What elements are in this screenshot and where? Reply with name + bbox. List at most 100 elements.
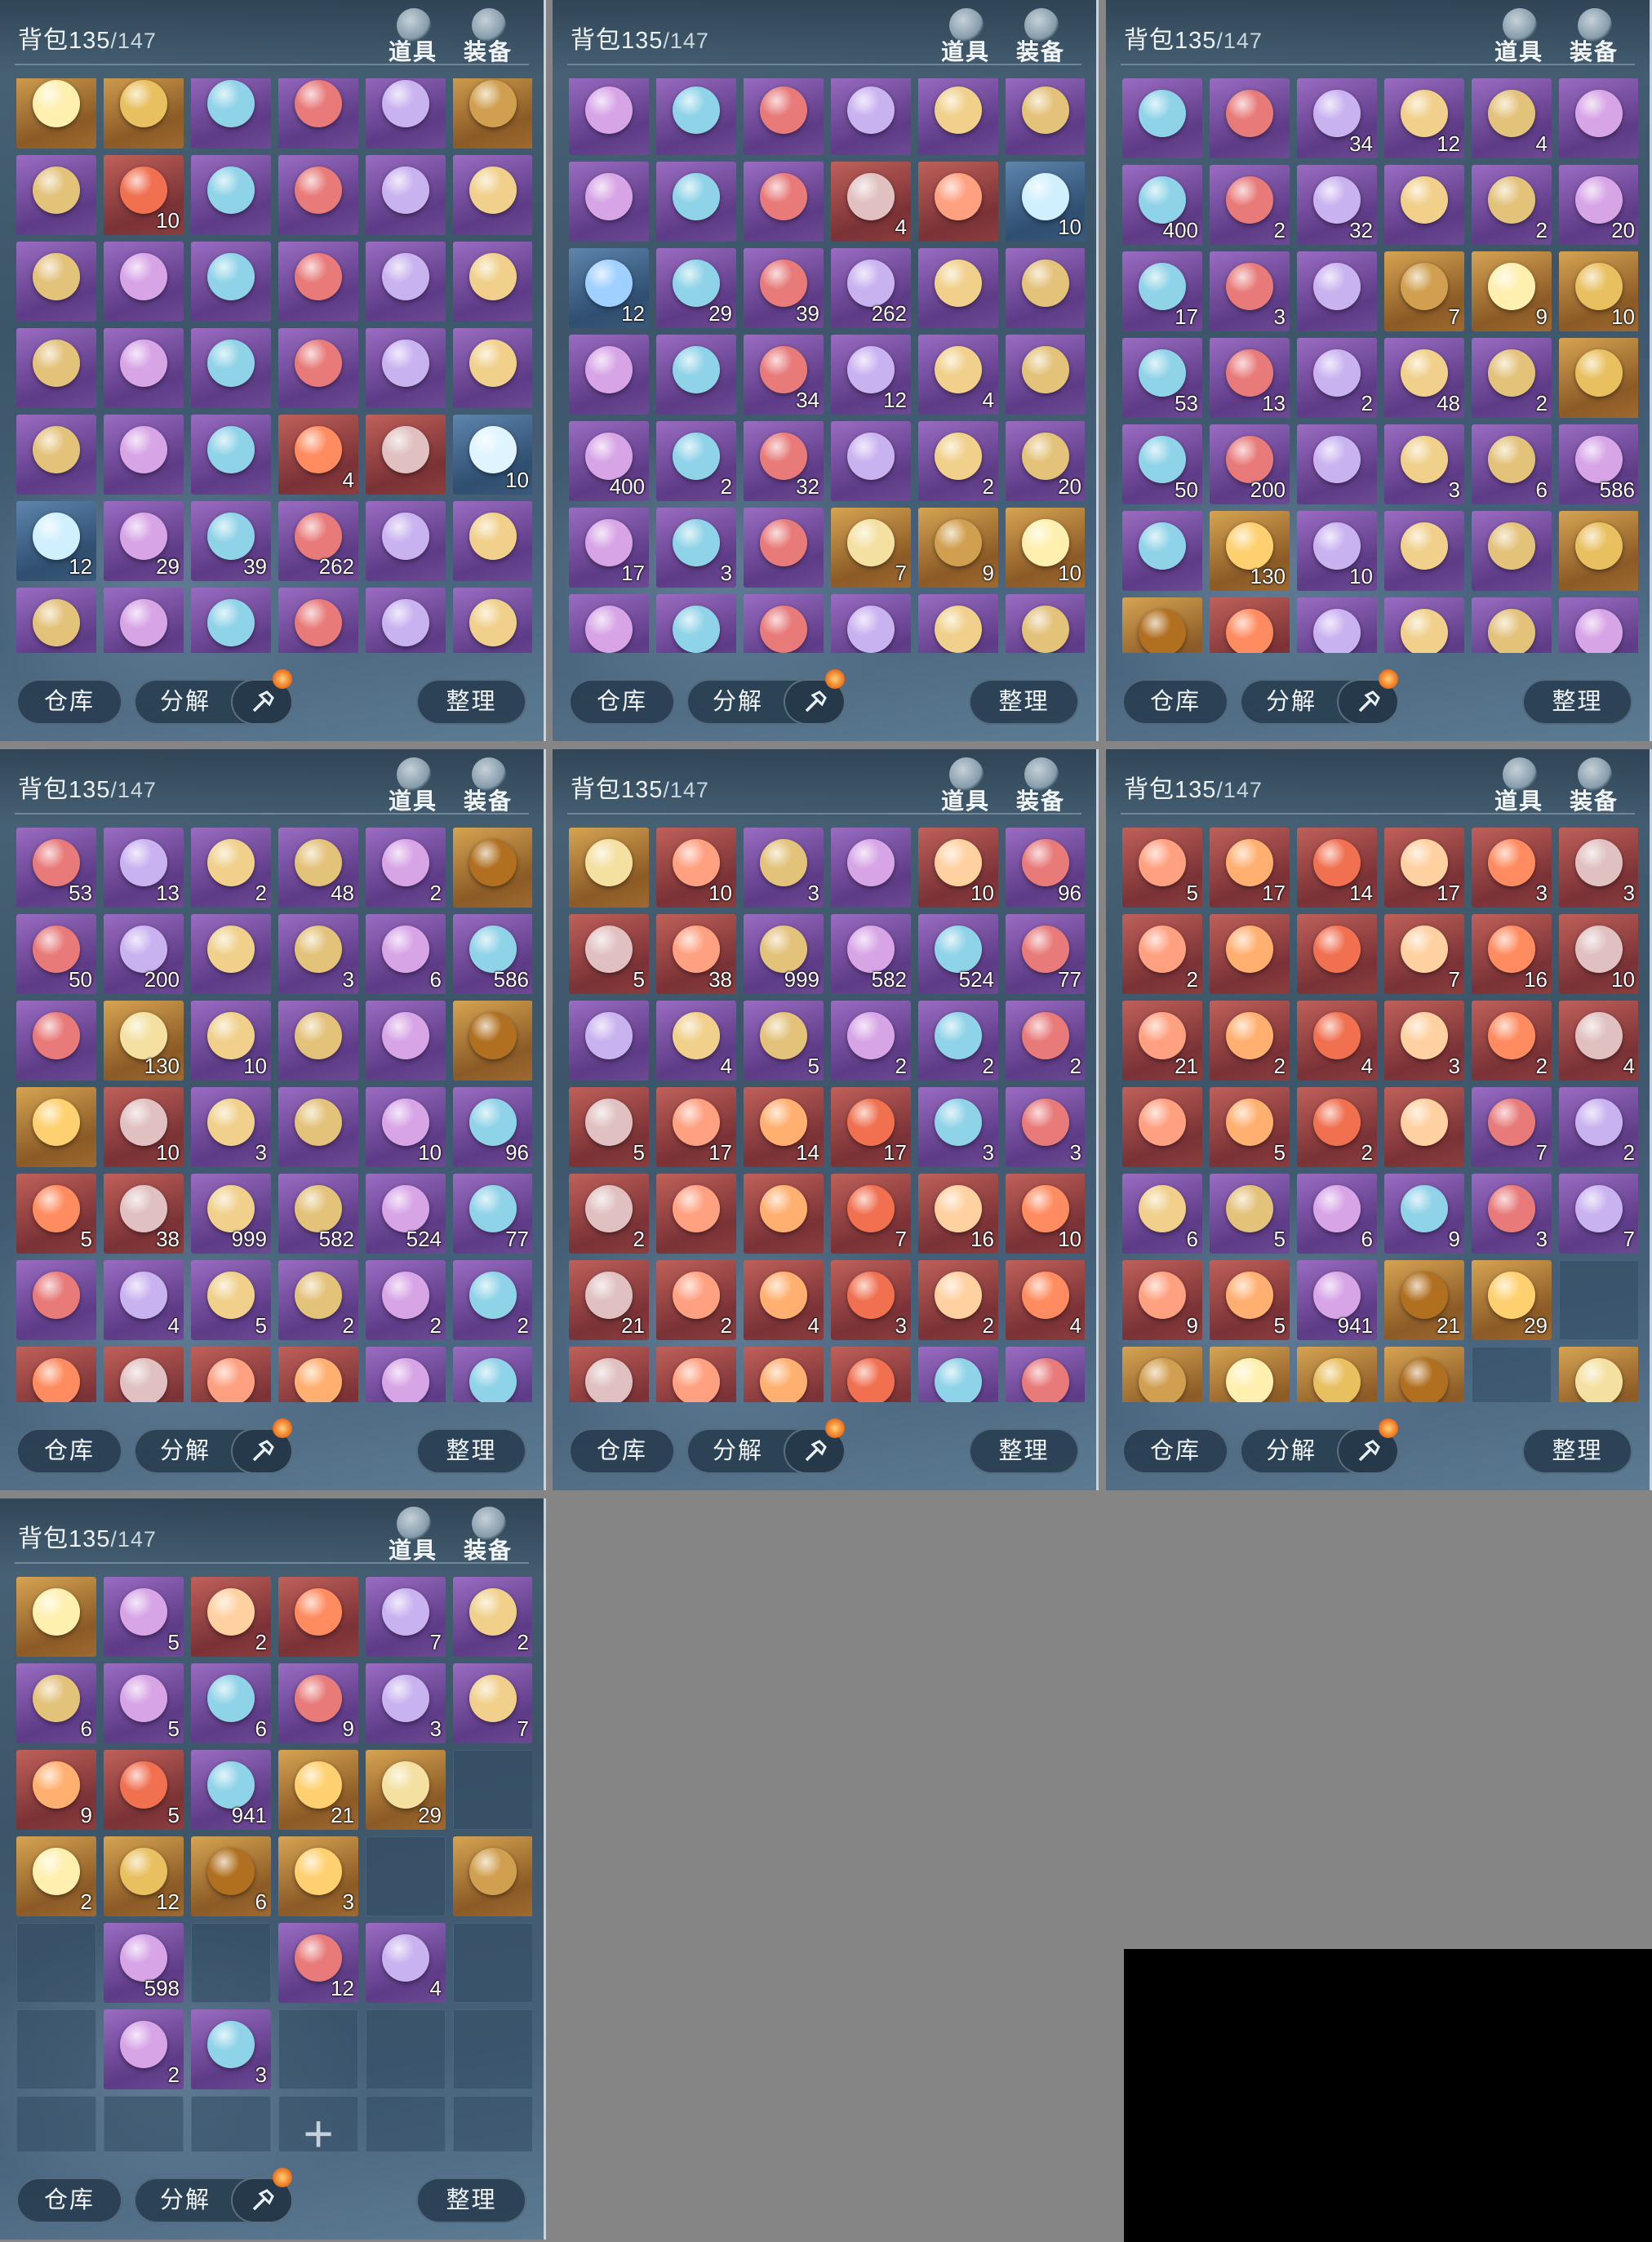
inventory-slot[interactable]: 10 [1472,597,1552,653]
inventory-slot[interactable]: 6 [366,914,446,994]
inventory-slot[interactable] [918,162,998,242]
inventory-slot[interactable] [104,78,184,149]
inventory-slot[interactable]: 2 [366,1260,446,1340]
inventory-slot[interactable]: 20 [1559,165,1638,245]
inventory-slot[interactable]: 10 [1297,511,1377,591]
inventory-slot[interactable]: 12 [1210,1347,1290,1402]
inventory-slot[interactable] [278,242,358,322]
inventory-slot[interactable] [744,594,824,653]
inventory-slot[interactable]: 96 [453,1087,532,1167]
storage-button[interactable]: 仓库 [569,1428,675,1474]
inventory-slot[interactable] [1210,78,1290,158]
inventory-slot[interactable] [1559,511,1638,591]
inventory-slot[interactable] [656,335,736,415]
inventory-slot[interactable] [453,501,532,581]
inventory-slot[interactable]: 200 [1210,424,1290,504]
tab-equipment[interactable]: 装备 [457,1507,519,1565]
empty-slot[interactable] [16,1923,96,2003]
tab-items[interactable]: 道具 [935,757,997,816]
inventory-slot[interactable] [366,415,446,495]
inventory-slot[interactable]: 10 [1006,1174,1085,1254]
decompose-button[interactable]: 分解 [134,2178,293,2223]
inventory-slot[interactable]: 4 [831,162,911,242]
inventory-slot[interactable] [1384,165,1464,245]
inventory-slot[interactable]: 2 [16,1836,96,1916]
sort-button[interactable]: 整理 [1522,1428,1632,1474]
inventory-slot[interactable] [191,914,271,994]
storage-button[interactable]: 仓库 [16,1428,122,1474]
tab-equipment[interactable]: 装备 [1563,8,1625,67]
inventory-slot[interactable] [104,328,184,408]
inventory-slot[interactable]: 17 [831,1087,911,1167]
inventory-slot[interactable]: 2 [1122,914,1202,994]
inventory-slot[interactable] [1006,594,1085,653]
tab-items[interactable]: 道具 [382,8,444,67]
inventory-slot[interactable]: 2 [191,1577,271,1657]
inventory-slot[interactable]: 7 [1384,914,1464,994]
inventory-slot[interactable]: 77 [1006,914,1085,994]
inventory-slot[interactable]: 10 [1559,914,1638,994]
inventory-slot[interactable]: 29 [1472,1260,1552,1340]
inventory-slot[interactable]: 2 [278,1260,358,1340]
inventory-slot[interactable]: 7 [1559,1174,1638,1254]
inventory-slot[interactable] [453,1836,532,1916]
inventory-slot[interactable]: 16 [1472,914,1552,994]
inventory-slot[interactable]: 12 [278,1923,358,2003]
inventory-slot[interactable]: 3 [453,1347,532,1402]
inventory-slot[interactable]: 12 [1384,78,1464,158]
tab-items[interactable]: 道具 [382,1507,444,1565]
inventory-slot[interactable]: 2 [1559,1087,1638,1167]
inventory-slot[interactable] [1297,424,1377,504]
inventory-slot[interactable]: 7 [453,1663,532,1743]
empty-slot[interactable] [366,2096,446,2151]
inventory-slot[interactable]: 941 [191,1750,271,1830]
inventory-slot[interactable]: 586 [453,914,532,994]
inventory-slot[interactable] [191,328,271,408]
sort-button[interactable]: 整理 [969,1428,1079,1474]
inventory-slot[interactable] [366,155,446,235]
inventory-slot[interactable]: 9 [16,1750,96,1830]
inventory-slot[interactable]: 17 [569,508,649,588]
decompose-button[interactable]: 分解 [134,1428,293,1474]
inventory-slot[interactable]: 5 [656,1347,736,1402]
inventory-slot[interactable] [453,828,532,908]
inventory-slot[interactable]: 10 [1006,162,1085,242]
inventory-slot[interactable] [366,501,446,581]
inventory-slot[interactable]: 29 [104,501,184,581]
inventory-slot[interactable]: 39 [191,501,271,581]
decompose-button[interactable]: 分解 [134,679,293,725]
inventory-slot[interactable]: 130 [1210,511,1290,591]
inventory-slot[interactable]: 4 [744,1260,824,1340]
inventory-slot[interactable] [278,1001,358,1081]
inventory-slot[interactable] [278,588,358,653]
inventory-slot[interactable]: 2 [453,1260,532,1340]
inventory-slot[interactable]: 3 [278,1836,358,1916]
inventory-slot[interactable] [1559,78,1638,158]
inventory-slot[interactable]: 2 [191,828,271,908]
inventory-slot[interactable]: 5 [104,1663,184,1743]
inventory-slot[interactable]: 2 [1122,1347,1202,1402]
inventory-slot[interactable]: 2 [918,1260,998,1340]
inventory-slot[interactable] [16,1260,96,1340]
inventory-slot[interactable] [918,594,998,653]
inventory-slot[interactable] [453,78,532,149]
inventory-slot[interactable]: 7 [1384,251,1464,331]
inventory-slot[interactable]: 6 [191,1663,271,1743]
inventory-slot[interactable]: 10 [1559,251,1638,331]
inventory-slot[interactable]: 3 [744,828,824,908]
inventory-slot[interactable]: 14 [191,1347,271,1402]
sort-button[interactable]: 整理 [416,1428,526,1474]
empty-slot[interactable] [16,2009,96,2089]
inventory-slot[interactable]: 598 [104,1923,184,2003]
tab-equipment[interactable]: 装备 [1563,757,1625,816]
inventory-slot[interactable] [453,1001,532,1081]
inventory-slot[interactable] [104,242,184,322]
inventory-slot[interactable]: 17 [1210,828,1290,908]
inventory-slot[interactable]: 6 [1122,1174,1202,1254]
inventory-slot[interactable]: 4 [104,1260,184,1340]
storage-button[interactable]: 仓库 [1122,679,1228,725]
inventory-slot[interactable] [1006,335,1085,415]
inventory-slot[interactable]: 12 [16,501,96,581]
inventory-slot[interactable]: 39 [744,248,824,328]
tab-items[interactable]: 道具 [1488,8,1550,67]
